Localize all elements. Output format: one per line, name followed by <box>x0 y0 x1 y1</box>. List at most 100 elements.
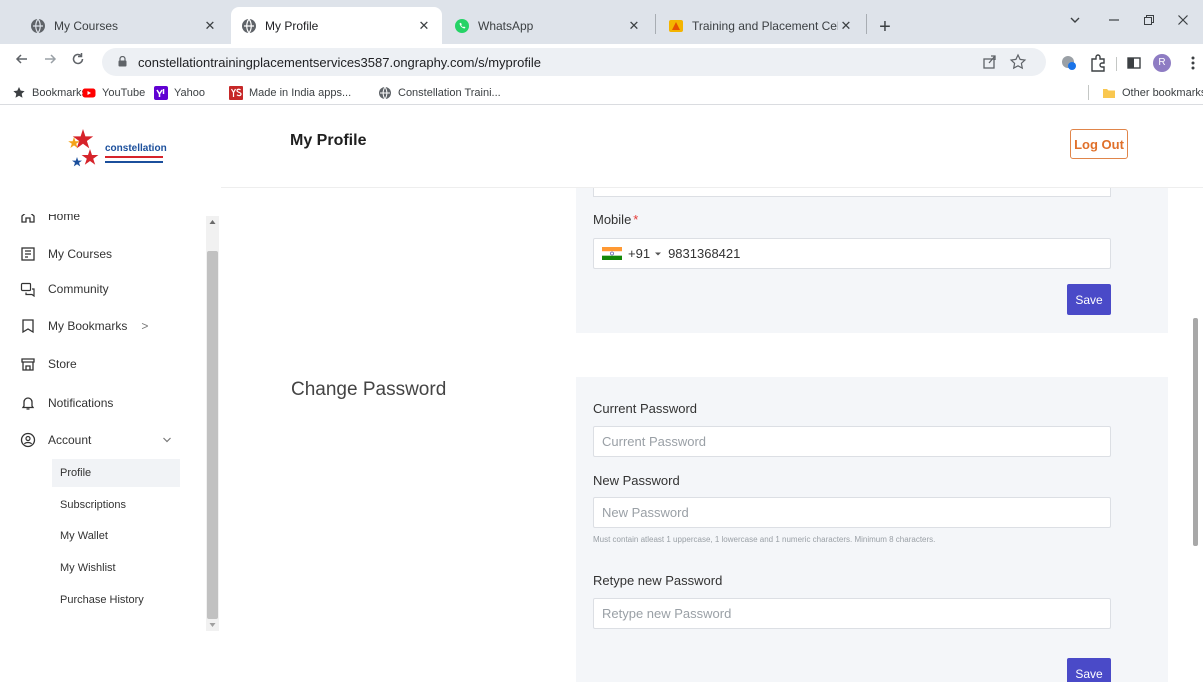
profile-content: Mobile * +91 9831368421 Save Change Passw… <box>221 188 1203 682</box>
tab-title: Training and Placement Cell <box>692 18 838 33</box>
bookmark-yahoo[interactable]: Yahoo <box>154 84 205 101</box>
globe-icon <box>379 86 391 99</box>
new-password-input[interactable]: New Password <box>593 497 1111 528</box>
youtube-icon <box>82 88 96 97</box>
sidebar-subitem-subscriptions[interactable]: Subscriptions <box>52 491 180 519</box>
sidebar-item-account[interactable]: Account <box>20 428 171 452</box>
mobile-label: Mobile * <box>593 212 638 227</box>
tab-my-courses[interactable]: My Courses ✕ <box>20 7 228 44</box>
close-icon[interactable]: ✕ <box>416 18 432 34</box>
subitem-label: Profile <box>60 467 92 479</box>
sidebar-item-label: My Courses <box>48 247 113 261</box>
menu-dots-icon[interactable] <box>1183 53 1203 73</box>
globe-icon <box>242 18 256 33</box>
sidebar-item-my-courses[interactable]: My Courses <box>20 242 112 266</box>
india-flag-icon <box>602 247 622 260</box>
sidebar-subitem-my-wishlist[interactable]: My Wishlist <box>52 554 180 582</box>
constellation-logo[interactable]: constellation <box>63 123 178 175</box>
country-code[interactable]: +91 <box>628 246 650 261</box>
restore-icon <box>1144 15 1154 25</box>
sidebar-item-my-bookmarks[interactable]: My Bookmarks > <box>20 314 148 338</box>
save-mobile-button[interactable]: Save <box>1067 284 1111 315</box>
retype-password-input[interactable]: Retype new Password <box>593 598 1111 629</box>
back-button[interactable] <box>10 50 34 74</box>
restore-button[interactable] <box>1134 10 1164 32</box>
minimize-button[interactable] <box>1099 10 1129 32</box>
current-password-label: Current Password <box>593 401 698 416</box>
whatsapp-icon <box>455 18 469 33</box>
chevron-right-icon: > <box>141 319 149 333</box>
tab-training-placement[interactable]: Training and Placement Cell ✕ <box>658 7 864 44</box>
tab-whatsapp[interactable]: WhatsApp ✕ <box>444 7 652 44</box>
logout-button[interactable]: Log Out <box>1070 129 1128 159</box>
account-icon <box>20 432 36 448</box>
subitem-label: Subscriptions <box>60 499 127 511</box>
forward-button[interactable] <box>38 50 62 74</box>
sidebar-item-label: My Bookmarks <box>48 319 128 333</box>
url-text: constellationtrainingplacementservices35… <box>138 55 541 70</box>
bookmark-manager[interactable]: Bookmarks <box>12 84 87 101</box>
side-panel-icon[interactable] <box>1124 53 1144 73</box>
current-password-input[interactable]: Current Password <box>593 426 1111 457</box>
current-password-placeholder: Current Password <box>602 434 707 449</box>
close-window-button[interactable] <box>1168 10 1198 32</box>
chevron-down-icon <box>163 437 171 443</box>
sidebar-subitem-purchase-history[interactable]: Purchase History <box>52 586 180 614</box>
tab-title: My Profile <box>265 18 319 33</box>
address-bar[interactable]: constellationtrainingplacementservices35… <box>102 48 1046 76</box>
close-icon[interactable]: ✕ <box>626 18 642 34</box>
bookmark-youtube[interactable]: YouTube <box>82 84 145 101</box>
bookmark-icon <box>22 319 34 334</box>
star-icon[interactable] <box>1008 52 1028 72</box>
toolbar-divider <box>1116 57 1117 71</box>
sidebar-item-label: Store <box>48 357 77 371</box>
sidebar-item-label: Account <box>48 433 92 447</box>
mobile-label-text: Mobile <box>593 212 632 227</box>
page: constellation Home My Courses Community … <box>8 106 1203 682</box>
retype-password-placeholder: Retype new Password <box>602 606 732 621</box>
new-tab-button[interactable]: + <box>872 15 898 41</box>
scroll-down-icon[interactable] <box>206 619 219 631</box>
tab-divider <box>655 14 656 34</box>
logo-underline <box>105 161 163 163</box>
folder-icon <box>1103 88 1115 98</box>
reload-icon <box>72 53 84 65</box>
ys-icon <box>229 85 243 100</box>
arrow-left-icon <box>15 54 27 64</box>
sidebar-item-label: Community <box>48 282 109 296</box>
extension-badge-icon[interactable] <box>1059 53 1079 73</box>
tab-my-profile[interactable]: My Profile ✕ <box>231 7 442 44</box>
page-scrollbar-thumb[interactable] <box>1193 318 1198 546</box>
sidebar-subitem-my-wallet[interactable]: My Wallet <box>52 522 180 550</box>
sidebar-scrollbar-thumb[interactable] <box>207 251 218 619</box>
puzzle-icon[interactable] <box>1088 53 1108 73</box>
bookmark-label: Made in India apps... <box>249 86 352 99</box>
bookmark-constellation[interactable]: Constellation Traini... <box>378 84 501 101</box>
sidebar-subitem-profile[interactable]: Profile <box>52 459 180 487</box>
scroll-up-icon[interactable] <box>206 216 219 228</box>
profile-avatar[interactable]: R <box>1153 54 1171 72</box>
save-password-button[interactable]: Save <box>1067 658 1111 682</box>
bookmark-label: Constellation Traini... <box>398 86 501 99</box>
new-password-label: New Password <box>593 473 680 488</box>
training-cell-icon <box>669 19 683 32</box>
minimize-icon <box>1109 19 1119 21</box>
tab-search-button[interactable] <box>1060 10 1090 32</box>
close-icon[interactable]: ✕ <box>838 18 854 34</box>
sidebar-item-home[interactable]: Home <box>20 214 80 228</box>
yahoo-icon <box>154 85 168 100</box>
mobile-number: 9831368421 <box>668 246 741 261</box>
sidebar-item-notifications[interactable]: Notifications <box>20 391 113 415</box>
sidebar-item-community[interactable]: Community <box>20 277 109 301</box>
reload-button[interactable] <box>66 50 90 74</box>
share-icon[interactable] <box>980 52 1000 72</box>
bookmark-other[interactable]: Other bookmarks <box>1102 84 1203 101</box>
logo-text: constellation <box>105 143 167 154</box>
mobile-input[interactable]: +91 9831368421 <box>593 238 1111 269</box>
bookmark-made-in-india[interactable]: Made in India apps... <box>229 84 351 101</box>
sidebar-item-store[interactable]: Store <box>20 352 77 376</box>
close-icon[interactable]: ✕ <box>202 18 218 34</box>
subitem-label: Purchase History <box>60 594 144 606</box>
previous-field-input[interactable] <box>593 188 1111 197</box>
sidebar: constellation Home My Courses Community … <box>8 106 221 682</box>
